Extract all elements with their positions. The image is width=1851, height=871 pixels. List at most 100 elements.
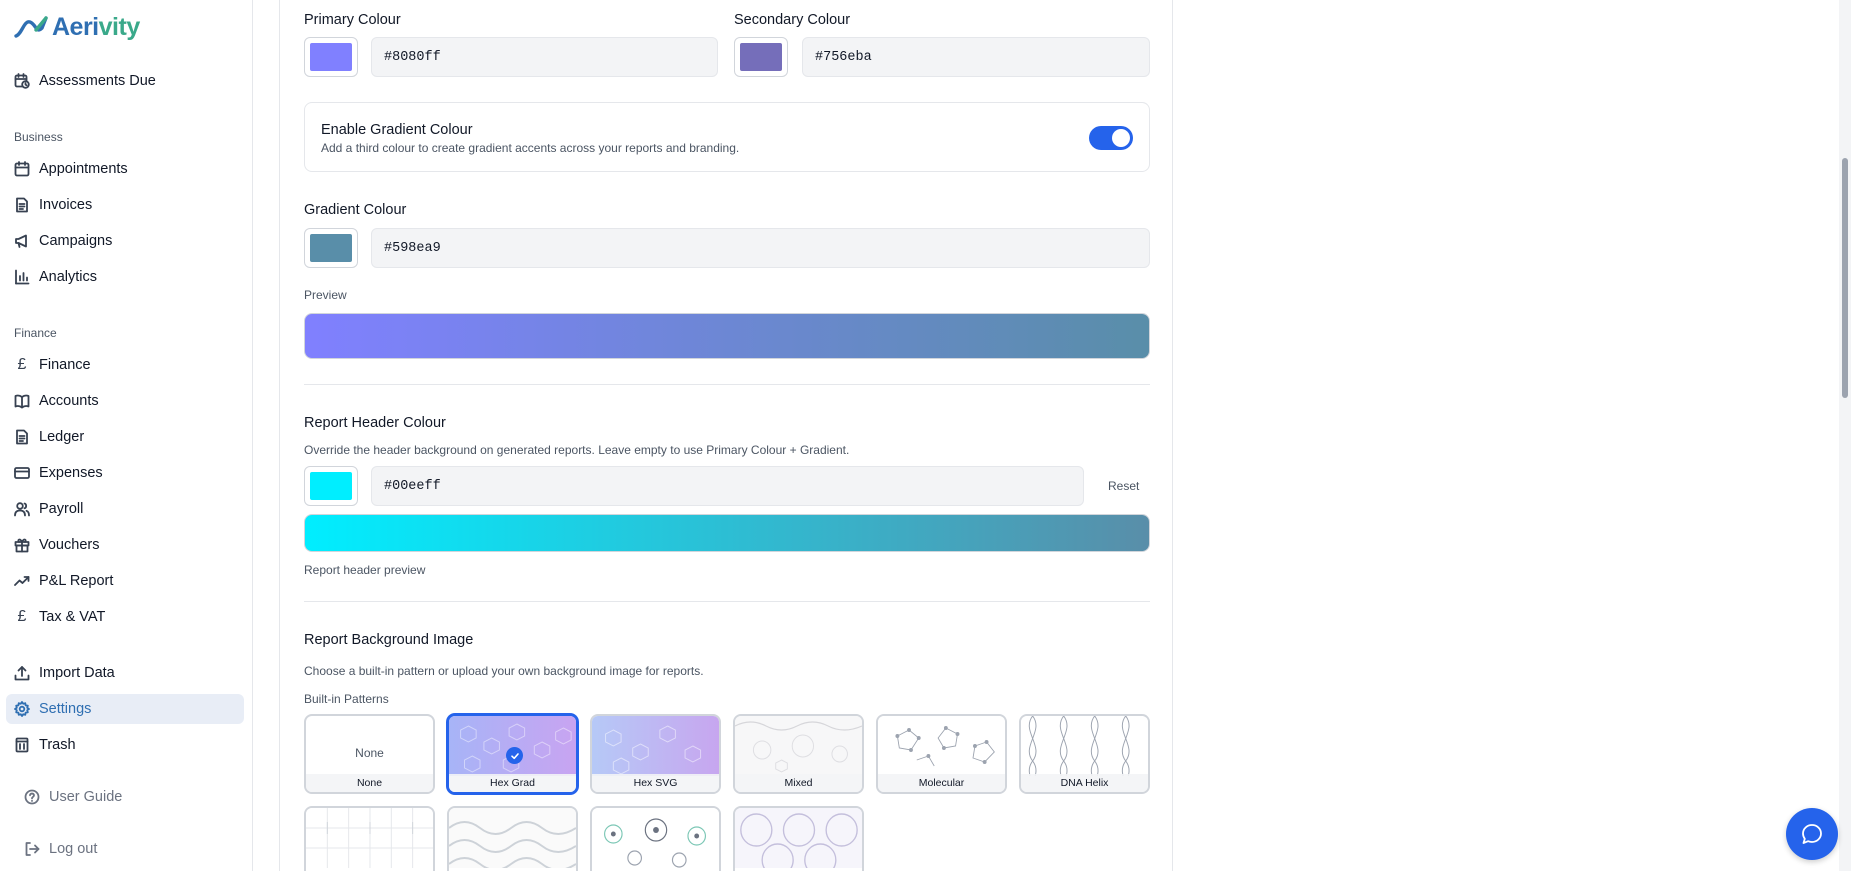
- brand-logo[interactable]: Aerivity: [14, 12, 140, 42]
- sidebar-item-label: Tax & VAT: [39, 609, 106, 625]
- sidebar: Aerivity Assessments Due Business Appoin…: [0, 0, 253, 871]
- pattern-tile-none[interactable]: None None: [304, 714, 435, 794]
- pattern-tile-molecular[interactable]: Molecular: [876, 714, 1007, 794]
- switch-knob: [1112, 129, 1130, 147]
- chat-icon: [1802, 824, 1822, 844]
- pattern-tile-grid[interactable]: [304, 806, 435, 871]
- brand-name: Aerivity: [52, 12, 140, 41]
- ledger-icon: [16, 429, 28, 445]
- sidebar-item-appointments[interactable]: Appointments: [6, 154, 244, 184]
- primary-colour-label: Primary Colour: [304, 12, 401, 28]
- gradient-toggle-title: Enable Gradient Colour: [321, 122, 473, 138]
- sidebar-item-finance[interactable]: £ Finance: [6, 350, 244, 380]
- sidebar-item-label: Appointments: [39, 161, 128, 177]
- sidebar-item-payroll[interactable]: Payroll: [6, 494, 244, 524]
- sidebar-item-label: Log out: [49, 841, 98, 857]
- sidebar-item-label: Campaigns: [39, 233, 113, 249]
- pattern-caption: Mixed: [735, 774, 862, 792]
- reset-button[interactable]: Reset: [1108, 479, 1139, 493]
- mixed-pattern-image: [735, 716, 862, 776]
- report-header-preview-caption: Report header preview: [304, 563, 426, 577]
- report-header-colour-label: Report Header Colour: [304, 415, 446, 431]
- sidebar-item-log-out[interactable]: Log out: [16, 834, 254, 864]
- pattern-caption: DNA Helix: [1021, 774, 1148, 792]
- primary-colour-swatch[interactable]: [304, 37, 358, 77]
- pattern-tile-rings[interactable]: [733, 806, 864, 871]
- pattern-tile-hex-svg[interactable]: Hex SVG: [590, 714, 721, 794]
- report-header-colour-description: Override the header background on genera…: [304, 443, 850, 457]
- sidebar-item-ledger[interactable]: Ledger: [6, 422, 244, 452]
- trend-up-icon: [14, 576, 30, 586]
- report-header-colour-swatch[interactable]: [304, 466, 358, 506]
- pattern-caption: Hex Grad: [449, 774, 576, 792]
- logout-icon: [25, 842, 40, 856]
- pattern-tile-dna-helix[interactable]: DNA Helix: [1019, 714, 1150, 794]
- sidebar-item-label: Invoices: [39, 197, 93, 213]
- bar-chart-icon: [15, 269, 30, 285]
- report-header-preview-bar: [304, 514, 1150, 552]
- sidebar-item-label: Accounts: [39, 393, 99, 409]
- upload-icon: [14, 666, 30, 681]
- secondary-colour-swatch[interactable]: [734, 37, 788, 77]
- sidebar-item-label: Vouchers: [39, 537, 100, 553]
- pound-icon: £: [17, 608, 27, 625]
- pattern-tile-waves[interactable]: [447, 806, 578, 871]
- section-label-finance: Finance: [14, 326, 57, 340]
- sidebar-item-user-guide[interactable]: User Guide: [16, 782, 254, 812]
- built-in-patterns-label: Built-in Patterns: [304, 692, 389, 706]
- none-placeholder-text: None: [355, 746, 384, 760]
- hex-pattern-image: [449, 716, 576, 776]
- sidebar-item-expenses[interactable]: Expenses: [6, 458, 244, 488]
- sidebar-item-analytics[interactable]: Analytics: [6, 262, 244, 292]
- help-circle-icon: [24, 789, 40, 805]
- sidebar-item-accounts[interactable]: Accounts: [6, 386, 244, 416]
- sidebar-item-invoices[interactable]: Invoices: [6, 190, 244, 220]
- pattern-tile-hex-grad[interactable]: Hex Grad: [447, 714, 578, 794]
- book-icon: [14, 394, 30, 409]
- gradient-colour-input[interactable]: #598ea9: [371, 228, 1150, 268]
- scrollbar-thumb[interactable]: [1842, 158, 1848, 398]
- floral-pattern-image: [592, 808, 719, 868]
- check-icon: [506, 747, 523, 764]
- section-label-business: Business: [14, 130, 63, 144]
- divider: [304, 384, 1150, 385]
- secondary-colour-input[interactable]: #756eba: [802, 37, 1150, 77]
- sidebar-item-vouchers[interactable]: Vouchers: [6, 530, 244, 560]
- sidebar-item-label: Analytics: [39, 269, 98, 285]
- gift-icon: [14, 538, 30, 553]
- report-header-colour-input[interactable]: #00eeff: [371, 466, 1084, 506]
- ring-pattern-image: [735, 808, 862, 868]
- chat-button[interactable]: [1786, 808, 1838, 860]
- gear-icon: [14, 701, 30, 717]
- pattern-caption: Hex SVG: [592, 774, 719, 792]
- sidebar-item-campaigns[interactable]: Campaigns: [6, 226, 244, 256]
- dna-helix-pattern-image: [1021, 716, 1148, 776]
- gradient-toggle-card: Enable Gradient Colour Add a third colou…: [304, 102, 1150, 172]
- sidebar-item-trash[interactable]: Trash: [6, 730, 244, 760]
- sidebar-item-import-data[interactable]: Import Data: [6, 658, 244, 688]
- megaphone-icon: [15, 234, 27, 248]
- sidebar-item-tax-vat[interactable]: £ Tax & VAT: [6, 602, 244, 632]
- primary-colour-input[interactable]: #8080ff: [371, 37, 718, 77]
- sidebar-item-label: Import Data: [39, 665, 115, 681]
- gradient-toggle-switch[interactable]: [1089, 126, 1133, 150]
- brand-mark-icon: [14, 16, 48, 38]
- calendar-clock-icon: [14, 73, 30, 89]
- grid-pattern-image: [306, 808, 433, 868]
- secondary-colour-label: Secondary Colour: [734, 12, 851, 28]
- sidebar-item-pl-report[interactable]: P&L Report: [6, 566, 244, 596]
- pattern-tile-flowers[interactable]: [590, 806, 721, 871]
- gradient-toggle-description: Add a third colour to create gradient ac…: [321, 141, 740, 155]
- pattern-caption: None: [306, 774, 433, 792]
- gradient-preview-bar: [304, 313, 1150, 359]
- report-background-image-description: Choose a built-in pattern or upload your…: [304, 664, 704, 678]
- sidebar-item-label: Ledger: [39, 429, 85, 445]
- sidebar-item-label: Payroll: [39, 501, 84, 517]
- sidebar-item-settings[interactable]: Settings: [6, 694, 244, 724]
- pattern-tile-mixed[interactable]: Mixed: [733, 714, 864, 794]
- document-icon: [16, 197, 28, 213]
- sidebar-item-label: Assessments Due: [39, 73, 156, 89]
- gradient-colour-swatch[interactable]: [304, 228, 358, 268]
- page-scrollbar[interactable]: [1839, 0, 1851, 871]
- sidebar-item-assessments-due[interactable]: Assessments Due: [6, 66, 244, 96]
